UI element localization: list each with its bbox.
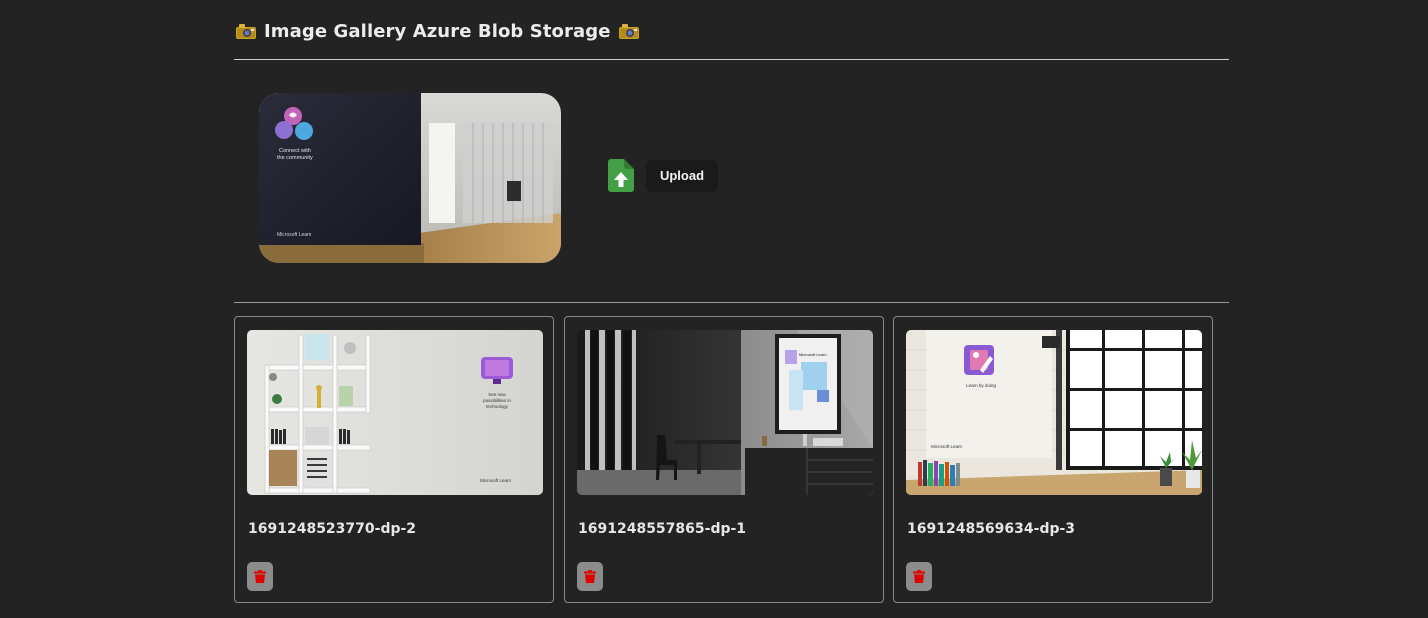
delete-button[interactable] xyxy=(247,562,273,591)
file-upload-icon[interactable] xyxy=(608,159,634,192)
gallery-divider xyxy=(234,302,1229,303)
gallery-image[interactable]: See new possibilities in technology Micr… xyxy=(247,330,543,495)
svg-text:technology: technology xyxy=(486,404,509,409)
svg-text:See new: See new xyxy=(488,392,506,397)
image-filename: 1691248523770-dp-2 xyxy=(248,521,417,537)
svg-text:possibilities in: possibilities in xyxy=(483,398,511,403)
camera-icon xyxy=(618,24,639,39)
svg-text:Microsoft Learn: Microsoft Learn xyxy=(931,444,963,449)
upload-button[interactable]: Upload xyxy=(646,159,718,192)
image-filename: 1691248557865-dp-1 xyxy=(578,521,747,537)
trash-icon xyxy=(254,570,266,583)
svg-text:the community: the community xyxy=(277,155,313,161)
header-divider xyxy=(234,59,1229,60)
gallery-image[interactable]: Learn by doing Microsoft Learn xyxy=(906,330,1202,495)
page-title: Image Gallery Azure Blob Storage xyxy=(264,20,611,42)
image-filename: 1691248569634-dp-3 xyxy=(907,521,1076,537)
trash-icon xyxy=(913,570,925,583)
svg-text:Microsoft Learn: Microsoft Learn xyxy=(480,478,512,483)
svg-text:Microsoft Learn: Microsoft Learn xyxy=(277,232,312,238)
svg-text:Learn by doing: Learn by doing xyxy=(966,383,996,388)
svg-text:Connect with: Connect with xyxy=(279,148,311,154)
delete-button[interactable] xyxy=(577,562,603,591)
camera-icon xyxy=(236,24,256,39)
upload-preview-image: Connect with the community Microsoft Lea… xyxy=(259,93,561,263)
gallery-card: Learn by doing Microsoft Learn 169124856… xyxy=(893,316,1213,603)
gallery-image[interactable]: Microsoft Learn xyxy=(577,330,873,495)
page-header: Image Gallery Azure Blob Storage xyxy=(236,18,639,44)
trash-icon xyxy=(584,570,596,583)
upload-controls: Upload xyxy=(608,159,718,192)
delete-button[interactable] xyxy=(906,562,932,591)
gallery-card: See new possibilities in technology Micr… xyxy=(234,316,554,603)
gallery-card: Microsoft Learn 1691248557865-dp-1 xyxy=(564,316,884,603)
svg-text:Microsoft Learn: Microsoft Learn xyxy=(799,352,827,357)
